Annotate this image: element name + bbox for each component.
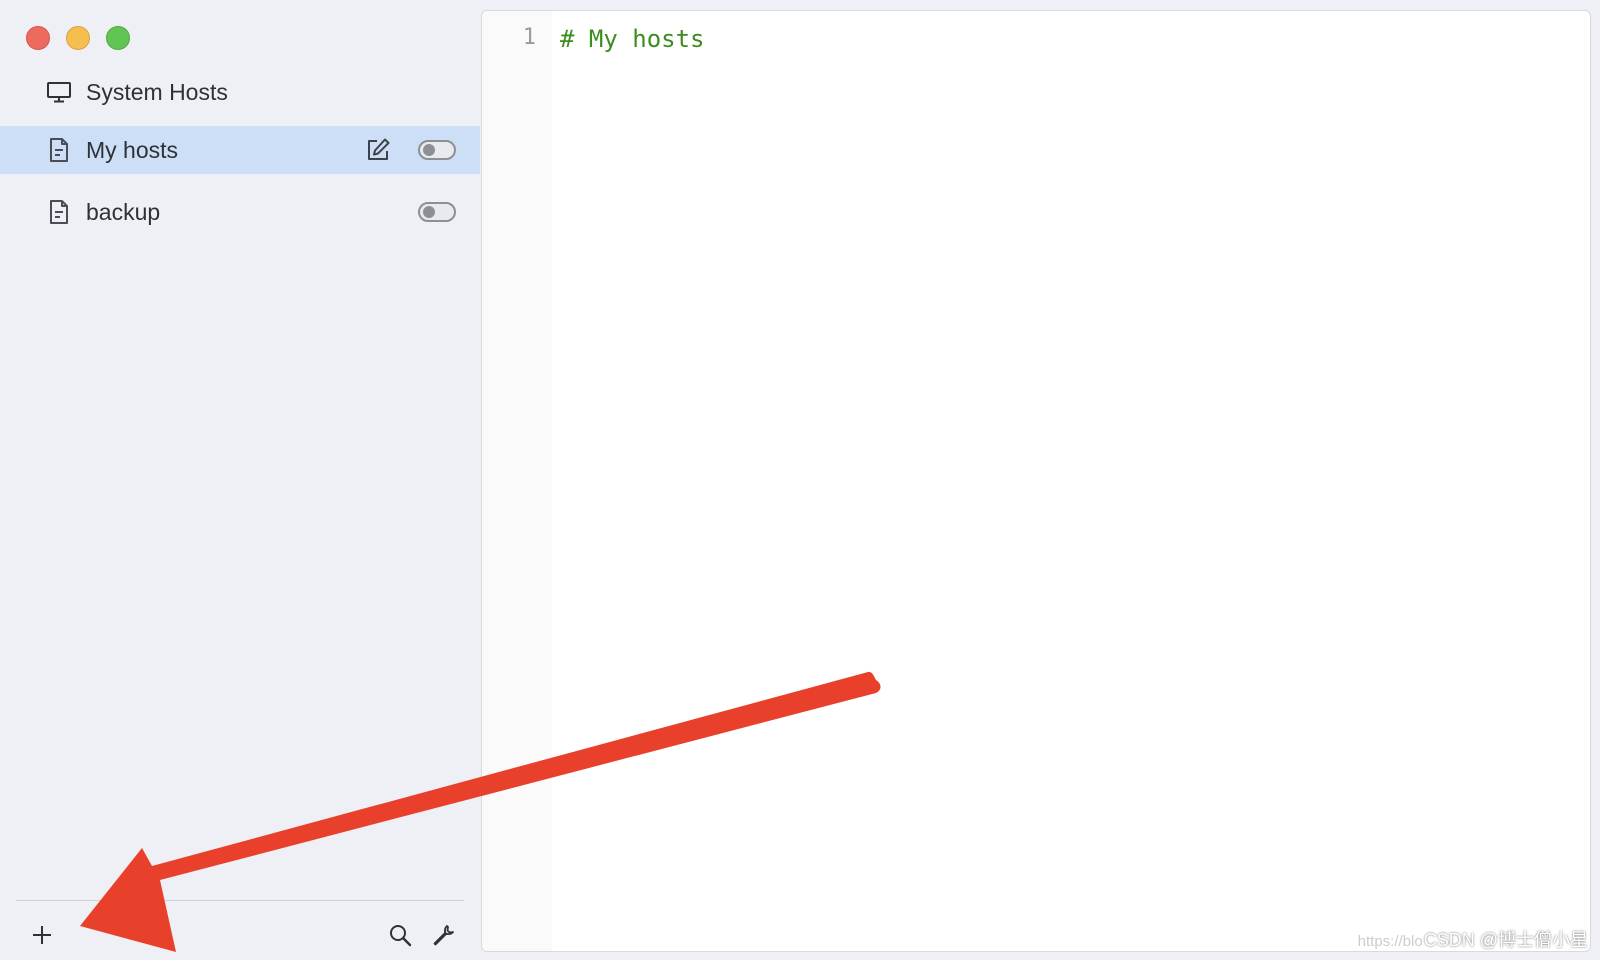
document-icon <box>46 199 72 225</box>
app-window: System Hosts My hosts backup 1 # My host… <box>0 0 1600 960</box>
list-item-label: backup <box>86 198 161 225</box>
toggle-knob <box>423 144 435 156</box>
maximize-window-button[interactable] <box>106 26 130 50</box>
document-icon <box>46 137 72 163</box>
list-item-system-hosts[interactable]: System Hosts <box>0 68 480 116</box>
toggle-switch[interactable] <box>418 140 456 160</box>
line-number: 1 <box>522 25 536 50</box>
edit-icon[interactable] <box>364 136 392 164</box>
hosts-list: System Hosts My hosts backup <box>0 68 480 236</box>
bottom-toolbar <box>16 900 464 960</box>
plus-icon[interactable] <box>28 921 56 949</box>
code-line[interactable]: # My hosts <box>560 25 705 53</box>
toggle-knob <box>423 206 435 218</box>
list-item-backup[interactable]: backup <box>0 188 480 236</box>
wrench-icon[interactable] <box>430 921 458 949</box>
line-gutter: 1 <box>482 11 552 951</box>
sidebar: System Hosts My hosts backup <box>0 0 480 960</box>
watermark-text: CSDN @博士僧小星 <box>1423 930 1588 950</box>
minimize-window-button[interactable] <box>66 26 90 50</box>
close-window-button[interactable] <box>26 26 50 50</box>
monitor-icon <box>46 79 72 105</box>
list-item-my-hosts[interactable]: My hosts <box>0 126 480 174</box>
search-icon[interactable] <box>386 921 414 949</box>
list-item-label: System Hosts <box>86 78 228 105</box>
list-item-label: My hosts <box>86 136 179 163</box>
window-controls <box>26 26 130 50</box>
toggle-switch[interactable] <box>418 202 456 222</box>
watermark-url: https://blo <box>1357 933 1423 950</box>
code-editor[interactable]: 1 # My hosts <box>481 10 1591 952</box>
watermark: https://blo CSDN @博士僧小星 <box>1358 926 1588 952</box>
